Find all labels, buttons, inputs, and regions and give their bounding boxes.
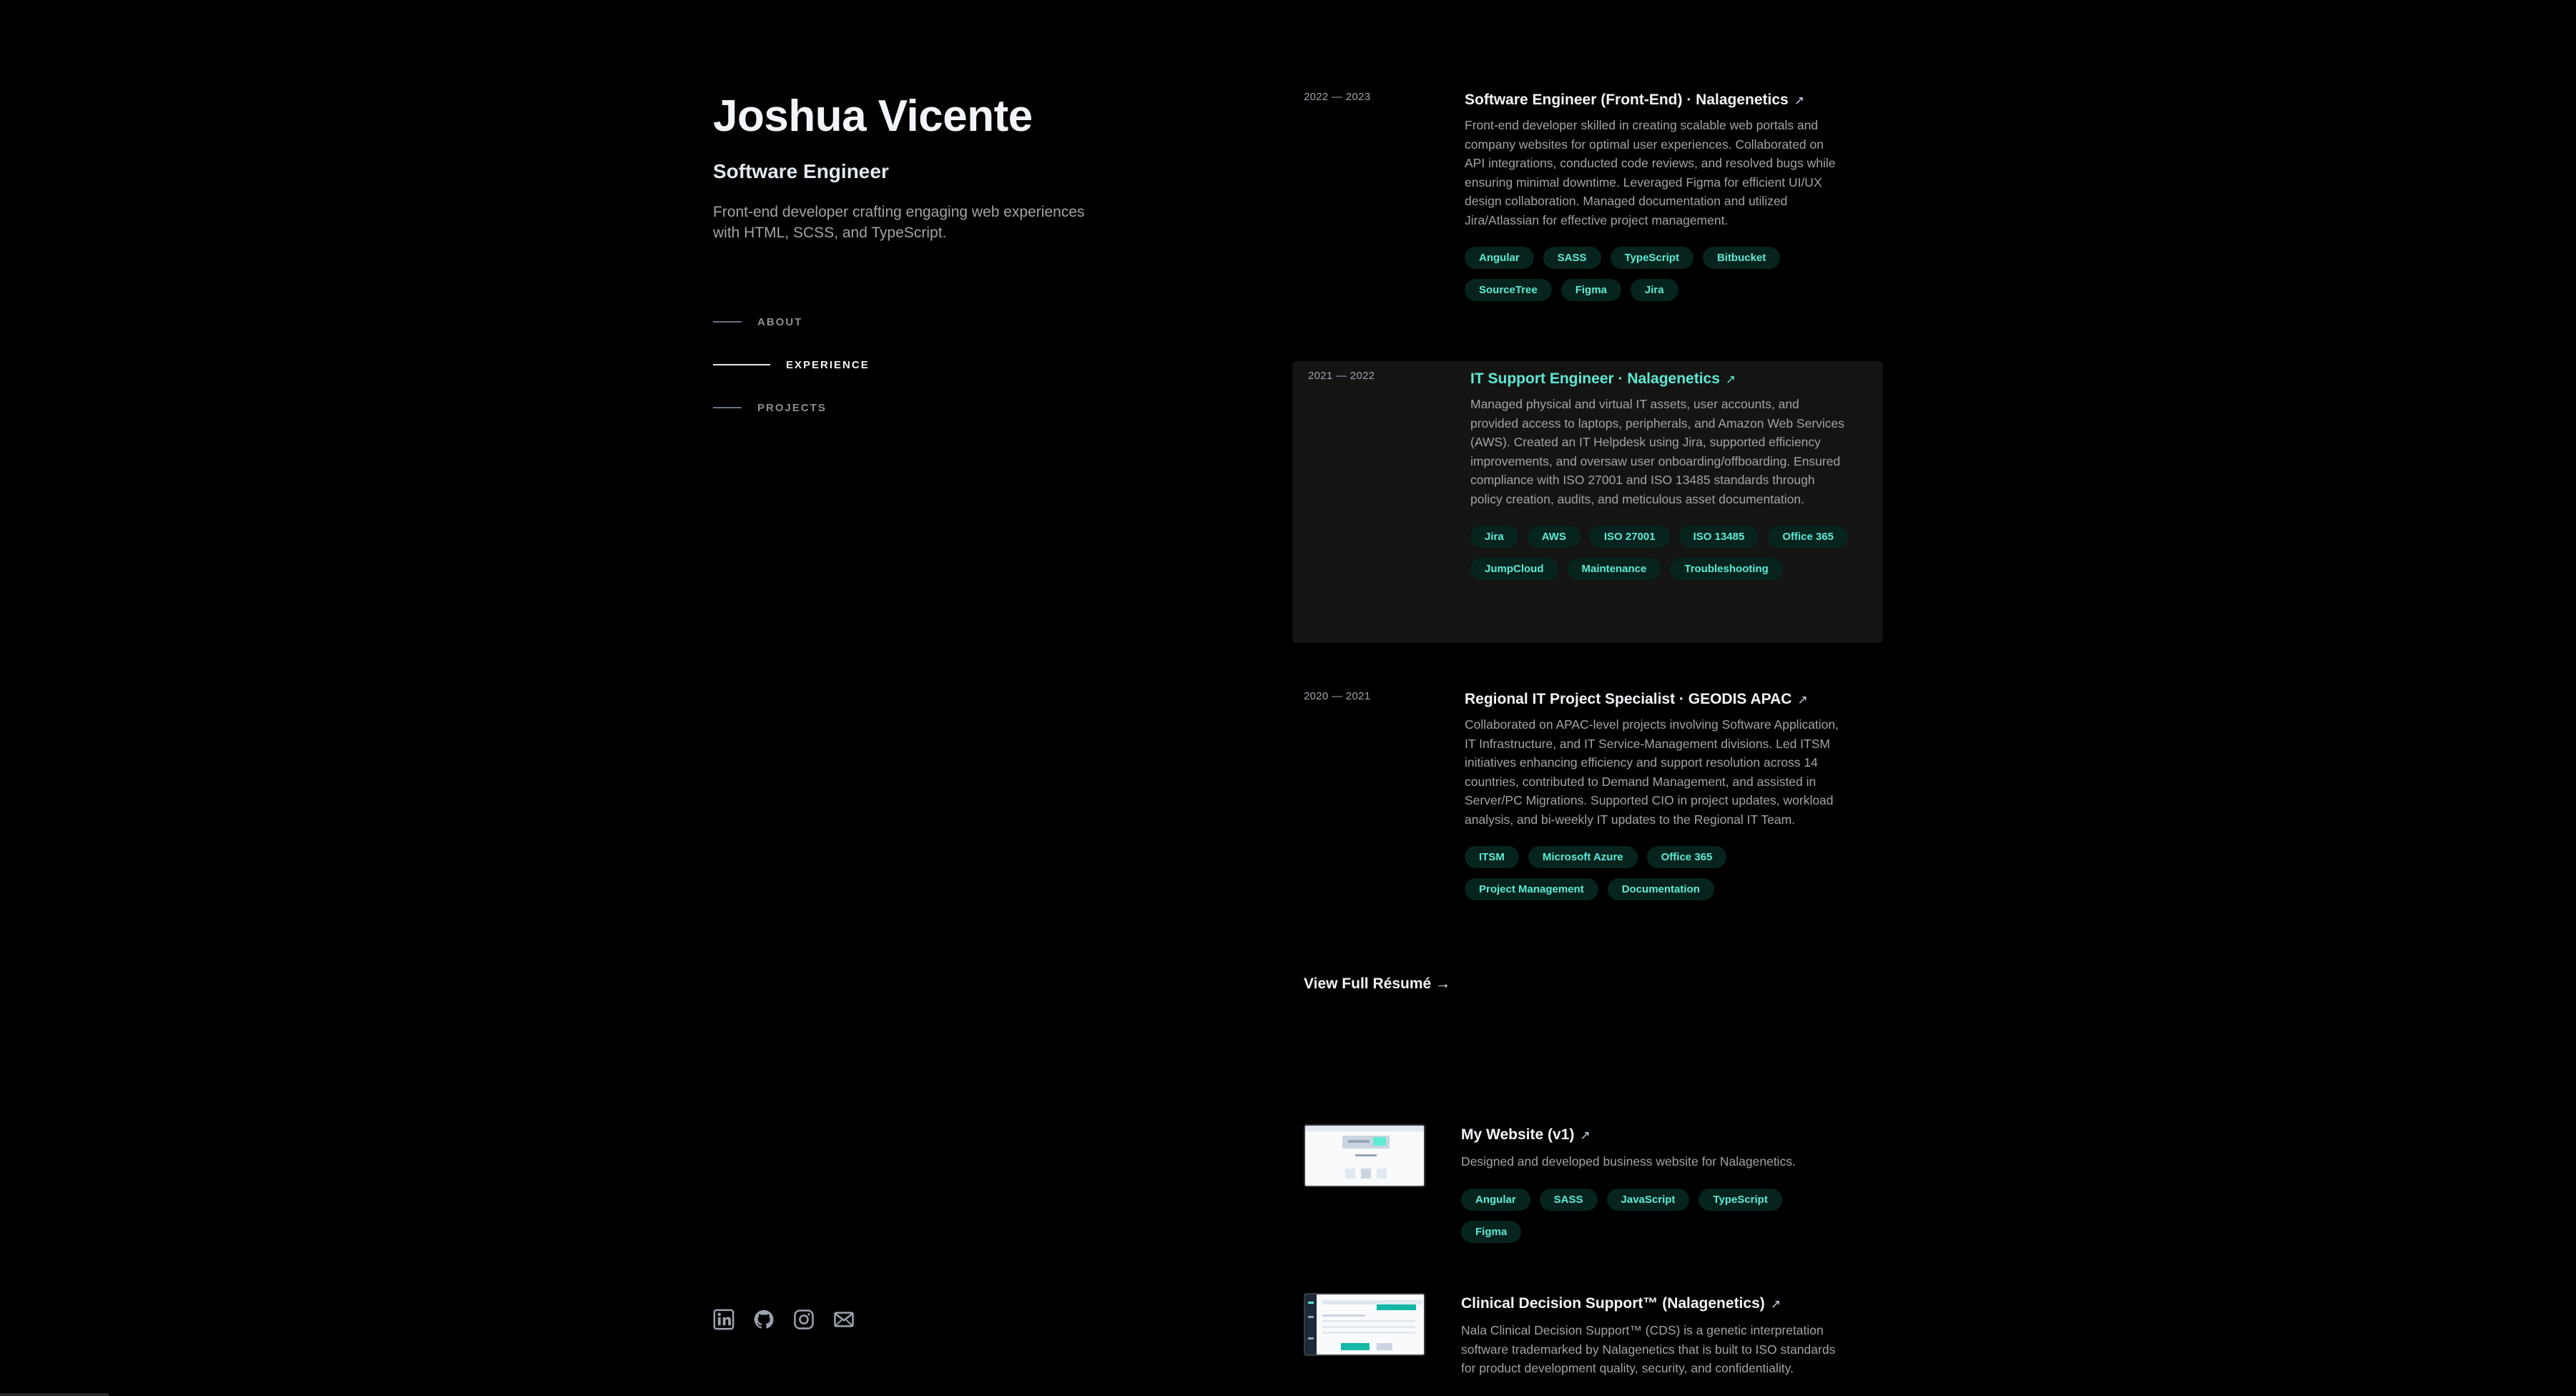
project-title: Clinical Decision Support™ (Nalagenetics… [1461, 1295, 1765, 1312]
nav-indicator-line [713, 321, 742, 323]
tag: Office 365 [1768, 526, 1849, 548]
experience-title: Regional IT Project Specialist · GEODIS … [1465, 691, 1792, 707]
github-icon[interactable] [753, 1309, 775, 1330]
section-nav: ABOUT EXPERIENCE PROJECTS [713, 300, 870, 429]
tag: Documentation [1607, 878, 1714, 900]
tag: Project Management [1465, 878, 1598, 900]
experience-description: Front-end developer skilled in creating … [1465, 118, 1836, 227]
external-link-icon: ↗ [1725, 373, 1736, 386]
experience-title-link[interactable]: Regional IT Project Specialist · GEODIS … [1465, 689, 1844, 711]
nav-label: ABOUT [757, 315, 803, 328]
experience-date: 2020 — 2021 [1304, 690, 1371, 702]
external-link-icon: ↗ [1794, 94, 1804, 107]
profile-header: Joshua Vicente Software Engineer Front-e… [713, 87, 1142, 243]
tag: TypeScript [1699, 1188, 1782, 1211]
experience-item[interactable]: 2020 — 2021 Regional IT Project Speciali… [1292, 682, 1883, 960]
social-links [713, 1309, 855, 1330]
tag: JavaScript [1606, 1188, 1690, 1211]
tag: Office 365 [1646, 846, 1727, 868]
tag: Maintenance [1567, 558, 1661, 580]
tag: Microsoft Azure [1528, 846, 1638, 868]
tag-list: Jira AWS ISO 27001 ISO 13485 Office 365 … [1470, 526, 1849, 580]
tag: ITSM [1465, 846, 1519, 868]
experience-list: 2022 — 2023 Software Engineer (Front-End… [1292, 82, 1883, 960]
project-item[interactable]: Clinical Decision Support™ (Nalagenetics… [1304, 1293, 1862, 1378]
tag: JumpCloud [1470, 558, 1558, 580]
tag: SASS [1543, 247, 1601, 269]
tag: Angular [1465, 247, 1534, 269]
project-description: Designed and developed business website … [1461, 1154, 1796, 1169]
project-thumbnail [1304, 1124, 1425, 1187]
experience-title: Software Engineer (Front-End) · Nalagene… [1465, 92, 1789, 108]
instagram-icon[interactable] [793, 1309, 815, 1330]
tag: AWS [1527, 526, 1580, 548]
experience-date: 2022 — 2023 [1304, 91, 1371, 103]
tag: ISO 13485 [1678, 526, 1759, 548]
tag-list: Angular SASS TypeScript Bitbucket Source… [1465, 247, 1844, 301]
tag: TypeScript [1610, 247, 1693, 269]
project-title-link[interactable]: Clinical Decision Support™ (Nalagenetics… [1461, 1293, 1847, 1315]
external-link-icon: ↗ [1770, 1297, 1781, 1311]
nav-label: PROJECTS [757, 401, 827, 414]
profile-name: Joshua Vicente [713, 92, 1033, 141]
tag: Troubleshooting [1670, 558, 1783, 580]
profile-role: Software Engineer [713, 160, 889, 182]
external-link-icon: ↗ [1580, 1129, 1591, 1142]
project-title: My Website (v1) [1461, 1126, 1575, 1143]
mail-icon[interactable] [833, 1309, 855, 1330]
experience-title-link[interactable]: IT Support Engineer · Nalagenetics ↗ [1470, 368, 1849, 390]
tag: Jira [1470, 526, 1518, 548]
nav-label: EXPERIENCE [786, 358, 870, 371]
scroll-indicator [0, 1393, 109, 1396]
tag: SourceTree [1465, 279, 1552, 301]
experience-item[interactable]: 2022 — 2023 Software Engineer (Front-End… [1292, 82, 1883, 361]
tag-list: Angular SASS JavaScript TypeScript Figma [1461, 1188, 1847, 1243]
tag: Figma [1461, 1220, 1522, 1243]
view-resume-link[interactable]: View Full Résumé → [1304, 975, 1450, 993]
experience-description: Collaborated on APAC-level projects invo… [1465, 717, 1839, 827]
project-title-link[interactable]: My Website (v1) ↗ [1461, 1124, 1847, 1146]
experience-description: Managed physical and virtual IT assets, … [1470, 397, 1845, 506]
tag: Angular [1461, 1188, 1530, 1211]
nav-indicator-line [713, 407, 742, 408]
tag: ISO 27001 [1589, 526, 1670, 548]
nav-item-about[interactable]: ABOUT [713, 300, 870, 343]
nav-item-experience[interactable]: EXPERIENCE [713, 343, 870, 386]
project-description: Nala Clinical Decision Support™ (CDS) is… [1461, 1323, 1836, 1375]
tag: Jira [1630, 279, 1678, 301]
nav-item-projects[interactable]: PROJECTS [713, 386, 870, 429]
experience-title: IT Support Engineer · Nalagenetics [1470, 370, 1720, 387]
project-item[interactable]: My Website (v1) ↗ Designed and developed … [1304, 1124, 1862, 1243]
tag-list: ITSM Microsoft Azure Office 365 Project … [1465, 846, 1844, 900]
nav-indicator-line [713, 364, 770, 365]
tag: SASS [1539, 1188, 1598, 1211]
project-thumbnail [1304, 1293, 1425, 1356]
tag: Bitbucket [1702, 247, 1781, 269]
experience-date: 2021 — 2022 [1308, 370, 1375, 382]
experience-title-link[interactable]: Software Engineer (Front-End) · Nalagene… [1465, 89, 1844, 112]
profile-tagline: Front-end developer crafting engaging we… [713, 204, 1085, 241]
experience-item[interactable]: 2021 — 2022 IT Support Engineer · Nalage… [1292, 361, 1883, 643]
tag: Figma [1560, 279, 1621, 301]
linkedin-icon[interactable] [713, 1309, 734, 1330]
external-link-icon: ↗ [1797, 693, 1808, 707]
